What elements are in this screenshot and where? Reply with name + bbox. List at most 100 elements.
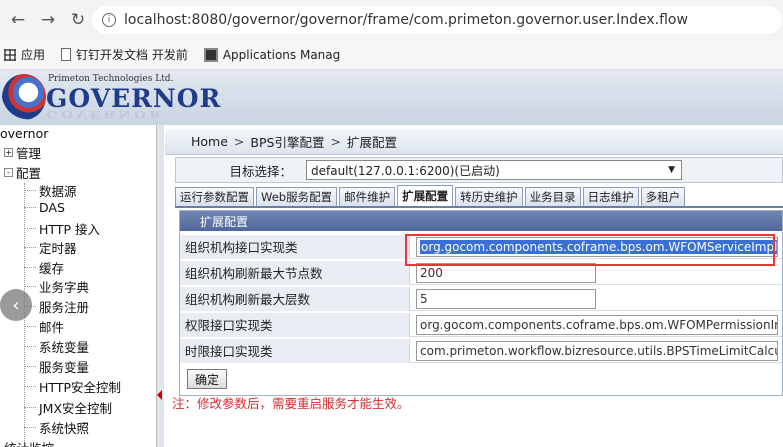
apps-grid-icon: [4, 48, 16, 61]
tree-item-label: 数据源: [39, 184, 77, 199]
tree-item-http-security[interactable]: HTTP安全控制: [24, 377, 121, 396]
tree-item-das[interactable]: DAS: [24, 200, 65, 215]
tree-item-service-registry[interactable]: 服务注册: [24, 297, 89, 316]
tree-item-dictionary[interactable]: 业务字典: [24, 277, 89, 296]
red-highlight-annotation: [405, 234, 775, 266]
tree-item-label: HTTP安全控制: [39, 380, 121, 395]
tree-item-datasource[interactable]: 数据源: [24, 181, 77, 200]
forward-arrow-icon[interactable]: →: [36, 8, 60, 32]
product-logo-reflection: GOVERNOR: [46, 108, 164, 120]
tree-connector: [24, 407, 36, 408]
tab-history[interactable]: 转历史维护: [455, 187, 523, 206]
tree-item-jmx-security[interactable]: JMX安全控制: [24, 398, 112, 417]
tree-item-mail[interactable]: 邮件: [24, 317, 64, 336]
tree-connector: [24, 427, 36, 428]
bookmark-label: 应用: [21, 48, 46, 62]
tree-item-monitoring[interactable]: 统计监控: [4, 438, 54, 447]
config-tabs: 运行参数配置 Web服务配置 邮件维护 扩展配置 转历史维护 业务目录 日志维护…: [175, 185, 783, 208]
tree-item-label: JMX安全控制: [39, 401, 113, 416]
tree-item-label: HTTP 接入: [39, 222, 100, 237]
permission-impl-input[interactable]: org.gocom.components.coframe.bps.om.WFOM…: [416, 314, 778, 335]
collapse-icon[interactable]: -: [4, 168, 13, 177]
tree-connector: [24, 346, 36, 347]
tree-item-manage[interactable]: + 管理: [4, 143, 41, 162]
tree-connector: [24, 366, 36, 367]
tree-item-system-snapshot[interactable]: 系统快照: [24, 418, 89, 437]
tree-item-cache[interactable]: 缓存: [24, 258, 64, 277]
tree-item-label: 配置: [16, 166, 42, 181]
target-selector-row: 目标选择： default(127.0.0.1:6200)(已启动) ▼: [175, 157, 783, 183]
tree-item-label: 缓存: [39, 261, 65, 276]
tree-connector: [24, 247, 36, 248]
tab-extension-config[interactable]: 扩展配置: [397, 185, 454, 206]
breadcrumb: Home > BPS引擎配置 > 扩展配置: [165, 129, 783, 155]
tree-connector: [24, 207, 36, 208]
timelimit-impl-input[interactable]: com.primeton.workflow.bizresource.utils.…: [416, 340, 778, 361]
tab-web-service[interactable]: Web服务配置: [256, 187, 338, 206]
confirm-button[interactable]: 确定: [187, 369, 227, 389]
application-icon: [203, 47, 218, 62]
reload-icon[interactable]: ↻: [66, 8, 90, 32]
config-row-permission-impl: 权限接口实现类 org.gocom.components.coframe.bps…: [180, 312, 782, 337]
document-icon: [61, 48, 72, 61]
primeton-logo-icon: [2, 74, 46, 120]
config-label: 组织机构刷新最大层数: [180, 286, 410, 311]
nav-tree: overnor + 管理 - 配置 数据源 DAS HTTP 接入 定时器 缓存…: [0, 125, 163, 447]
tree-item-http-access[interactable]: HTTP 接入: [24, 219, 100, 238]
collapse-arrow-icon[interactable]: [157, 388, 163, 402]
bookmark-label: Applications Manag: [222, 47, 341, 62]
tree-item-label: 服务注册: [39, 300, 90, 315]
tree-item-label: 邮件: [39, 320, 65, 335]
bookmark-applications-manager[interactable]: Applications Manag: [203, 47, 341, 62]
chevron-left-icon[interactable]: ‹: [0, 289, 32, 321]
target-label: 目标选择：: [229, 163, 292, 179]
tree-item-label: 系统变量: [39, 340, 90, 355]
address-bar[interactable]: i localhost:8080/governor/governor/frame…: [92, 6, 782, 34]
app-header: Primeton Technologies Ltd. GOVERNOR GOVE…: [0, 70, 783, 125]
target-select-value: default(127.0.0.1:6200)(已启动): [311, 163, 500, 178]
tree-connector: [24, 326, 36, 327]
tree-item-label: 统计监控: [4, 438, 54, 447]
tree-item-label: 系统快照: [39, 421, 90, 436]
config-label: 组织机构接口实现类: [180, 234, 410, 259]
restart-note: 注：修改参数后，需要重启服务才能生效。: [172, 396, 410, 411]
config-label: 组织机构刷新最大节点数: [180, 260, 410, 285]
tree-connector: [24, 286, 36, 287]
target-select[interactable]: default(127.0.0.1:6200)(已启动) ▼: [306, 160, 682, 180]
tree-item-label: 服务变量: [39, 360, 90, 375]
tree-root[interactable]: overnor: [0, 126, 48, 141]
tree-item-config[interactable]: - 配置: [4, 163, 41, 182]
tree-connector: [24, 228, 36, 229]
tab-log[interactable]: 日志维护: [582, 187, 639, 206]
config-row-timelimit-impl: 时限接口实现类 com.primeton.workflow.bizresourc…: [180, 338, 782, 363]
tree-item-label: 管理: [16, 146, 42, 161]
tree-item-label: DAS: [39, 200, 65, 215]
tab-multi-tenant[interactable]: 多租户: [640, 187, 686, 206]
chevron-down-icon[interactable]: ▼: [668, 165, 675, 175]
tree-item-service-variables[interactable]: 服务变量: [24, 357, 89, 376]
tree-item-label: 定时器: [39, 241, 77, 256]
bookmark-dingtalk-docs[interactable]: 钉钉开发文档 开发前: [61, 46, 188, 63]
tree-connector: [24, 190, 36, 191]
bookmark-apps[interactable]: 应用: [4, 46, 45, 63]
tree-item-timer[interactable]: 定时器: [24, 238, 77, 257]
company-name: Primeton Technologies Ltd.: [48, 74, 174, 84]
config-row-max-levels: 组织机构刷新最大层数 5: [180, 286, 782, 311]
info-icon[interactable]: i: [102, 13, 116, 27]
max-levels-input[interactable]: 5: [416, 288, 596, 309]
breadcrumb-bps-config[interactable]: BPS引擎配置: [250, 132, 324, 151]
breadcrumb-current: 扩展配置: [346, 135, 397, 150]
tree-item-system-variables[interactable]: 系统变量: [24, 337, 89, 356]
tree-connector: [24, 267, 36, 268]
breadcrumb-home[interactable]: Home: [191, 134, 228, 149]
config-label: 时限接口实现类: [180, 338, 410, 363]
panel-title: 扩展配置: [180, 211, 782, 231]
config-label: 权限接口实现类: [180, 312, 410, 337]
back-arrow-icon[interactable]: ←: [6, 8, 30, 32]
tab-mail[interactable]: 邮件维护: [339, 187, 396, 206]
expand-icon[interactable]: +: [4, 148, 13, 157]
breadcrumb-separator: >: [233, 134, 245, 149]
tree-item-label: 业务字典: [39, 280, 90, 295]
tab-business-catalog[interactable]: 业务目录: [524, 187, 581, 206]
tab-runtime-params[interactable]: 运行参数配置: [175, 187, 254, 206]
